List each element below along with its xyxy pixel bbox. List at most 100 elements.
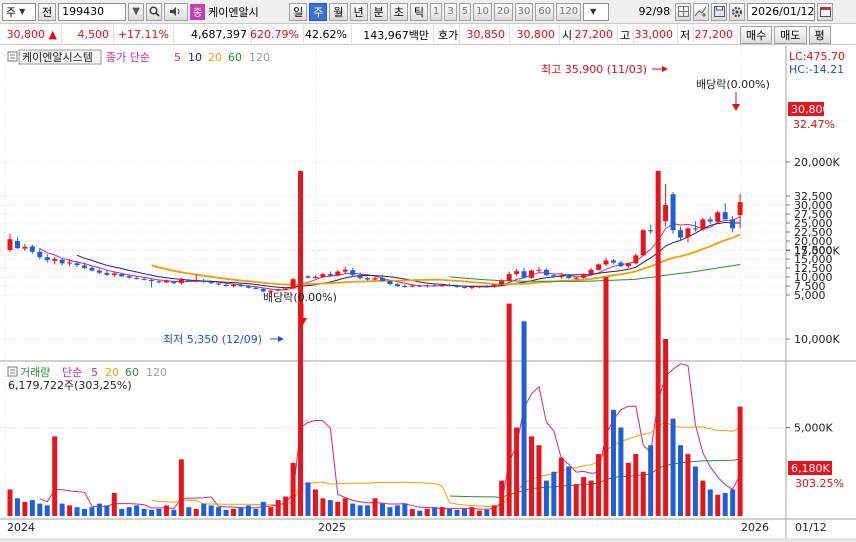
market-select[interactable]: 주 ▼: [2, 2, 36, 21]
candle-down: [454, 285, 460, 288]
candle-up: [625, 263, 631, 267]
interval-60[interactable]: 60: [535, 2, 555, 21]
volume-bar: [588, 480, 594, 516]
prev-button[interactable]: 전: [38, 2, 57, 21]
legend-ma120: 120: [249, 51, 270, 64]
stock-chart-window: 주 ▼ 전 199430 ▼ 종 케이엔알시 일 주 월 년 분 초 틱 1 3 …: [0, 0, 856, 542]
period-day[interactable]: 일: [289, 2, 308, 21]
candle-down: [447, 284, 453, 286]
interval-3[interactable]: 3: [444, 2, 457, 21]
volume-bar: [119, 508, 125, 516]
volume-bar: [648, 445, 654, 516]
volume-axis-label: 20,000K: [794, 156, 840, 169]
candle-up: [514, 271, 520, 275]
price-chart[interactable]: 32,50030,00027,50025,00022,50020,00017,5…: [0, 46, 856, 542]
volume-ma-title: 단순: [62, 366, 82, 379]
date-input[interactable]: 2026/01/12: [747, 2, 816, 21]
candle-up: [283, 288, 289, 290]
candle-down: [238, 284, 244, 287]
candle-up: [178, 279, 184, 284]
volume-bar: [350, 503, 356, 516]
interval-20[interactable]: 20: [493, 2, 513, 21]
candle-down: [305, 276, 311, 278]
period-second[interactable]: 초: [389, 2, 408, 21]
candle-up: [320, 274, 326, 277]
volume-bar: [581, 477, 587, 516]
candle-up: [506, 274, 512, 281]
ask-price: 30,850: [460, 24, 510, 45]
candle-down: [134, 278, 140, 280]
horizontal-scrollbar[interactable]: [0, 538, 856, 542]
volume-bar: [678, 445, 683, 516]
eval-button[interactable]: 평: [808, 25, 831, 44]
calendar-icon[interactable]: [817, 2, 834, 21]
volume-bar: [193, 508, 199, 516]
volume-axis-label: 5,000K: [794, 422, 833, 435]
dropdown-icon[interactable]: ▼: [128, 2, 145, 21]
stock-name: 케이엔알시: [207, 3, 287, 21]
volume-bar: [573, 484, 579, 516]
period-minute[interactable]: 분: [369, 2, 388, 21]
candle-down: [402, 286, 408, 287]
up-arrow-icon: ▲: [48, 28, 57, 41]
candle-down: [186, 280, 192, 282]
interval-5[interactable]: 5: [458, 2, 472, 21]
candle-down: [141, 278, 147, 280]
volume-bar: [551, 471, 557, 516]
date-value: 2026/01/12: [751, 5, 815, 18]
high-price: 33,000: [634, 24, 678, 45]
legend-ma10: 10: [188, 51, 202, 64]
volume-bar: [685, 454, 691, 516]
candle-up: [163, 280, 169, 283]
gear-icon[interactable]: [729, 2, 746, 21]
menu-icon[interactable]: [7, 51, 18, 62]
grid-icon[interactable]: [675, 2, 692, 21]
volume-bar: [476, 510, 482, 516]
speaker-icon[interactable]: [164, 2, 189, 21]
interval-10[interactable]: 10: [473, 2, 492, 21]
volume-bar: [380, 503, 385, 516]
candle-up: [111, 273, 117, 276]
interval-30[interactable]: 30: [514, 2, 534, 21]
code-input[interactable]: 199430: [58, 2, 127, 21]
candle-down: [566, 275, 572, 279]
candle-down: [610, 260, 616, 263]
candle-down: [350, 270, 356, 275]
period-year[interactable]: 년: [349, 2, 368, 21]
period-month[interactable]: 월: [329, 2, 348, 21]
candle-down: [432, 285, 438, 287]
volume-tag-percent: 303.25%: [795, 477, 844, 490]
volume-bar: [201, 503, 207, 516]
turnover-ratio: 42.62%: [304, 24, 352, 45]
period-week[interactable]: 주: [309, 2, 328, 21]
date-axis-label: 2025: [318, 521, 346, 534]
volume-tag-text: 6,180K: [791, 462, 830, 475]
candle-down: [223, 284, 229, 286]
volume-menu-icon[interactable]: [7, 366, 18, 377]
price-tag-percent: 32.47%: [793, 118, 835, 131]
period-tick[interactable]: 틱: [409, 2, 428, 21]
candle-down: [74, 263, 80, 266]
interval-1[interactable]: 1: [430, 2, 443, 21]
interval-select[interactable]: ▼: [583, 2, 610, 21]
interval-120[interactable]: 120: [556, 2, 582, 21]
candle-down: [14, 241, 20, 249]
volume-bar: [290, 462, 296, 516]
sell-button[interactable]: 매도: [774, 25, 807, 44]
search-icon[interactable]: [146, 2, 163, 21]
volume-bar: [357, 505, 363, 516]
candle-down: [692, 228, 698, 230]
candle-up: [700, 219, 706, 230]
buy-button[interactable]: 매수: [740, 25, 773, 44]
chart-area[interactable]: 32,500 30,000 27,500 25,000 22,500 20,000 17,5…: [0, 46, 856, 542]
candle-down: [380, 278, 385, 281]
volume-bar: [417, 510, 423, 516]
volume-bar: [722, 492, 728, 516]
volume-bar: [365, 505, 371, 516]
volume-bar: [104, 505, 110, 516]
save-icon[interactable]: [711, 2, 728, 21]
volume-bar: [461, 508, 467, 516]
candle-down: [484, 286, 490, 288]
add-chart-icon[interactable]: [693, 2, 710, 21]
candle-up: [558, 275, 564, 277]
